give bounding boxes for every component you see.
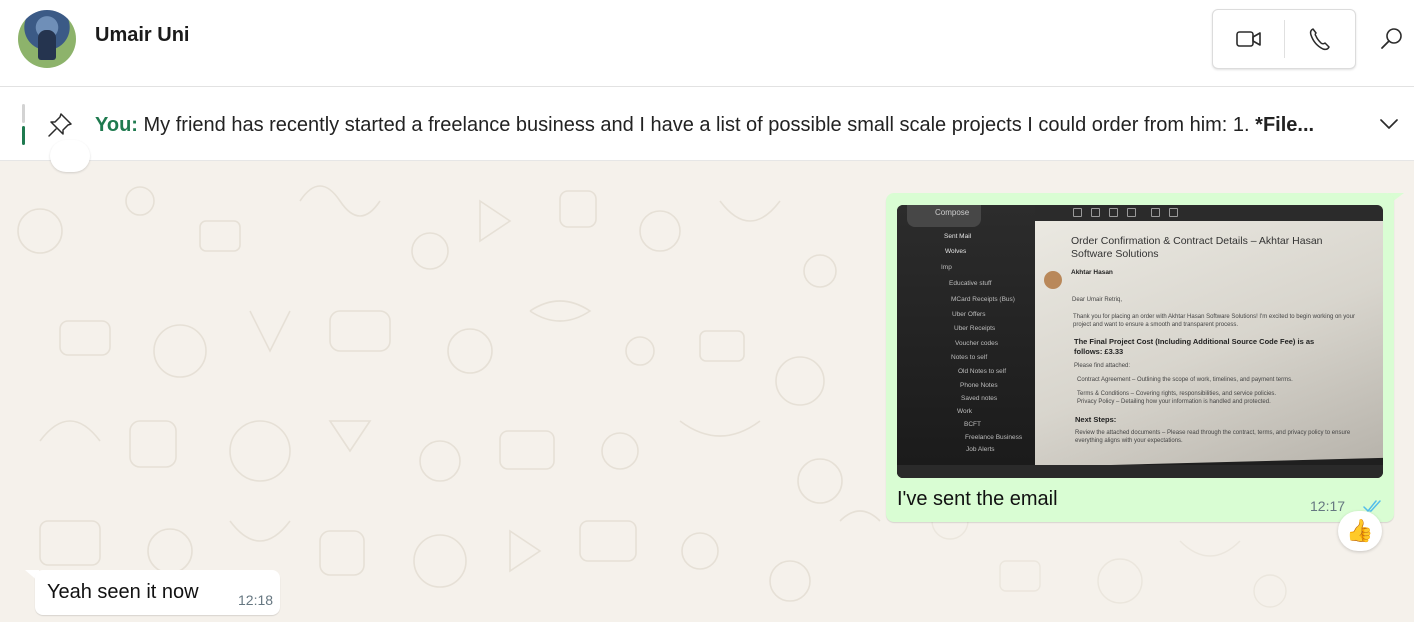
voice-call-button[interactable] <box>1304 24 1334 54</box>
photo-compose-label: Compose <box>935 208 970 217</box>
pinned-message-bold: *File... <box>1255 114 1315 136</box>
message-image[interactable]: Compose Sent Mail Wolves Imp Educative s… <box>897 205 1383 478</box>
photo-next-steps: Next Steps: <box>1075 415 1117 424</box>
message-reaction[interactable]: 👍 <box>1338 511 1382 551</box>
photo-folder: Imp <box>941 264 952 271</box>
photo-folder: Uber Offers <box>952 311 986 318</box>
pinned-indicator-active-segment <box>22 126 25 145</box>
avatar-figure <box>38 30 56 60</box>
photo-folder: Sent Mail <box>944 233 972 240</box>
photo-folder: Phone Notes <box>960 382 998 389</box>
pinned-message-bar[interactable]: You: My friend has recently started a fr… <box>0 87 1414 161</box>
outgoing-message-time: 12:17 <box>1310 498 1346 514</box>
incoming-message-time: 12:18 <box>238 592 274 608</box>
photo-folder: Notes to self <box>951 354 988 361</box>
photo-taskbar <box>897 465 1383 478</box>
photo-attach-item: Contract Agreement – Outlining the scope… <box>1077 377 1293 383</box>
photo-folder: Freelance Business <box>965 434 1023 441</box>
pinned-indicator <box>22 104 26 146</box>
video-camera-icon <box>1236 31 1261 47</box>
search-button[interactable] <box>1379 26 1407 54</box>
photo-intro: Thank you for placing an order with Akht… <box>1073 314 1355 328</box>
photo-mail-toolbar <box>1035 205 1383 221</box>
previous-message-reaction[interactable] <box>50 140 90 172</box>
photo-attached-label: Please find attached: <box>1074 363 1131 369</box>
photo-attach-item: Privacy Policy – Detailing how your info… <box>1077 399 1271 405</box>
pinned-author: You: <box>95 114 138 136</box>
pinned-expand-button[interactable] <box>1377 112 1401 136</box>
phone-icon <box>1309 28 1330 51</box>
photo-folder: Voucher codes <box>955 340 999 347</box>
pinned-message-text: You: My friend has recently started a fr… <box>95 114 1357 137</box>
photo-folder: Wolves <box>945 248 967 255</box>
photo-folder: Work <box>957 408 973 415</box>
call-divider <box>1284 20 1285 58</box>
outgoing-message-text: I've sent the email <box>897 488 1058 510</box>
contact-name[interactable]: Umair Uni <box>95 24 189 47</box>
photo-greeting: Dear Umair Retriq, <box>1072 297 1123 303</box>
video-call-button[interactable] <box>1234 24 1264 54</box>
contact-avatar[interactable] <box>18 10 76 68</box>
photo-folder: BCFT <box>964 421 981 428</box>
photo-folder: Saved notes <box>961 395 998 402</box>
chevron-down-icon <box>1380 119 1398 129</box>
photo-attach-item: Terms & Conditions – Covering rights, re… <box>1077 391 1277 397</box>
photo-email-subject: Order Confirmation & Contract Details – … <box>1071 235 1323 260</box>
pinned-indicator-segment <box>22 104 25 123</box>
search-icon <box>1381 28 1402 49</box>
photo-folder: Old Notes to self <box>958 368 1007 375</box>
photo-folder: Educative stuff <box>949 280 992 287</box>
pinned-message-body: My friend has recently started a freelan… <box>143 114 1256 136</box>
incoming-message-text: Yeah seen it now <box>47 581 199 603</box>
chat-header: Umair Uni <box>0 0 1414 87</box>
photo-cost-heading: The Final Project Cost (Including Additi… <box>1074 337 1315 356</box>
incoming-message[interactable]: Yeah seen it now 12:18 <box>35 570 280 615</box>
photo-sender-avatar <box>1044 271 1062 289</box>
pin-icon <box>46 111 74 139</box>
outgoing-message[interactable]: Compose Sent Mail Wolves Imp Educative s… <box>886 193 1394 522</box>
photo-sender-name: Akhtar Hasan <box>1071 269 1113 276</box>
photo-folder: Uber Receipts <box>954 325 996 332</box>
photo-folder: Job Alerts <box>966 446 995 453</box>
photo-folder: MCard Receipts (Bus) <box>951 296 1015 303</box>
call-button-group <box>1212 9 1356 69</box>
photo-step: Review the attached documents – Please r… <box>1075 430 1351 444</box>
